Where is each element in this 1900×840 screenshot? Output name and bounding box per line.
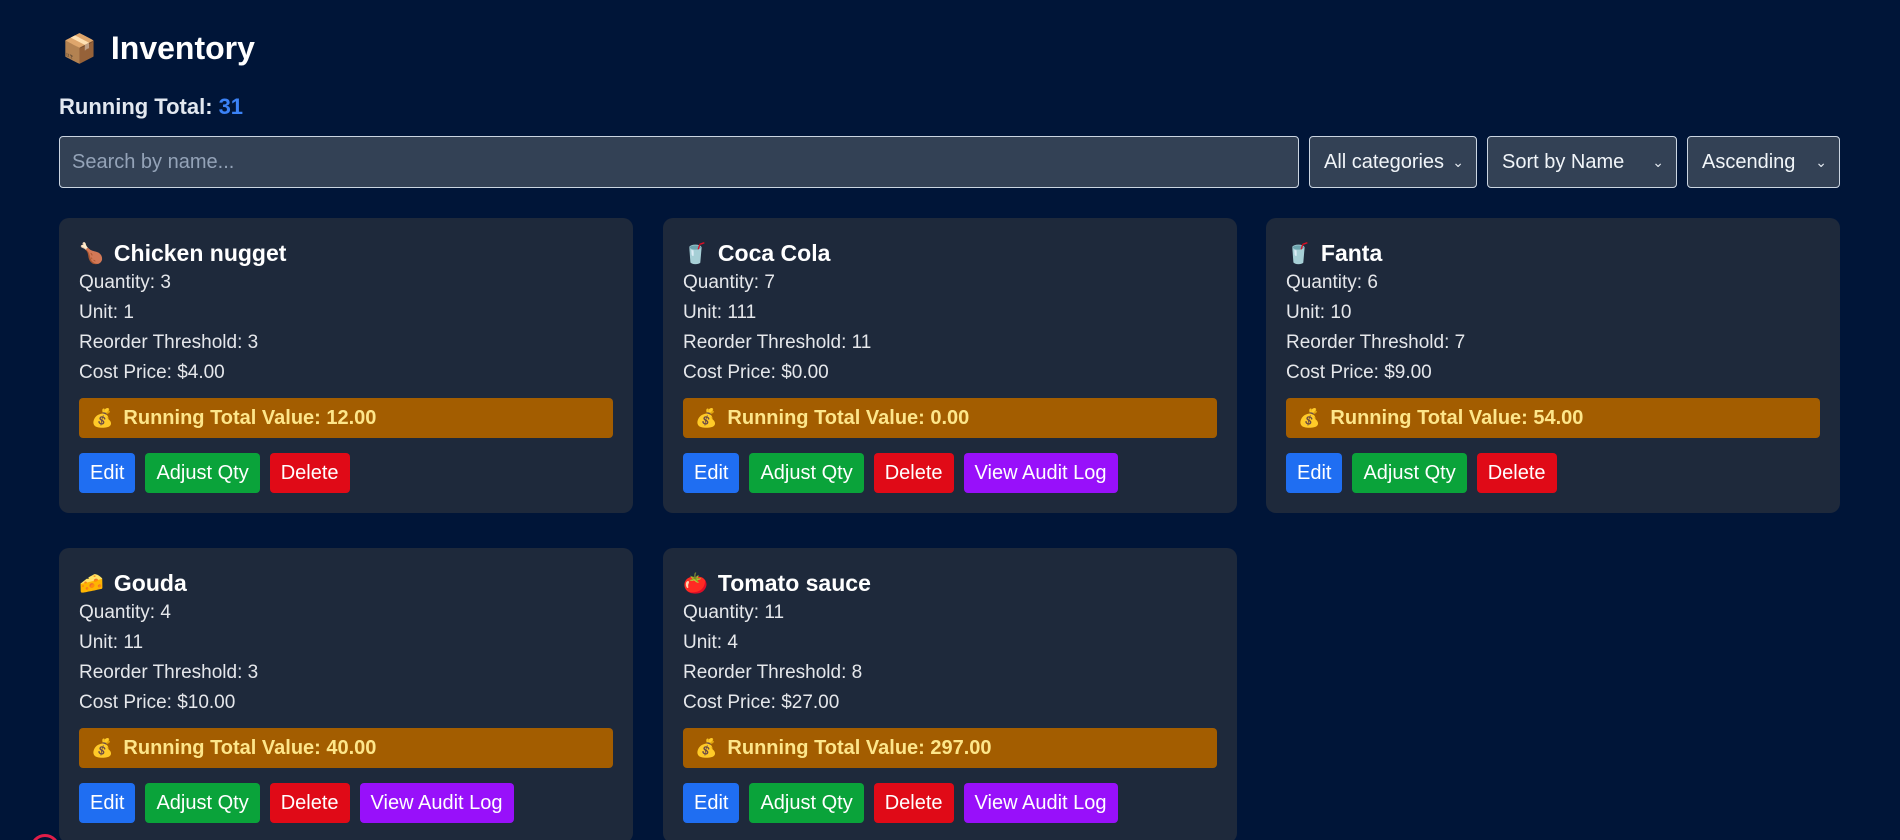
item-unit: Unit: 4 (683, 632, 738, 653)
money-bag-icon: 💰 (695, 407, 718, 428)
item-card: 🥤 Coca Cola Quantity: 7 Unit: 111 Reorde… (663, 218, 1237, 513)
delete-button[interactable]: Delete (1476, 453, 1557, 493)
item-reorder-threshold: Reorder Threshold: 3 (79, 332, 259, 353)
category-select[interactable]: All categories ⌄ (1309, 136, 1477, 188)
edit-button[interactable]: Edit (1286, 453, 1343, 493)
item-reorder-threshold: Reorder Threshold: 8 (683, 662, 863, 683)
running-total-value-text: Running Total Value: 12.00 (123, 406, 377, 429)
item-card: 🍅 Tomato sauce Quantity: 11 Unit: 4 Reor… (663, 548, 1237, 840)
running-total-label: Running Total: (59, 94, 213, 119)
money-bag-icon: 💰 (91, 737, 114, 758)
item-name-text: Coca Cola (717, 239, 831, 266)
item-cost-price: Cost Price: $0.00 (683, 362, 829, 383)
item-unit: Unit: 111 (683, 302, 757, 323)
item-actions: Edit Adjust Qty Delete (79, 453, 613, 513)
running-total-value-text: Running Total Value: 54.00 (1330, 406, 1584, 429)
chevron-down-icon: ⌄ (1815, 153, 1827, 170)
item-card: 🥤 Fanta Quantity: 6 Unit: 10 Reorder Thr… (1266, 218, 1840, 513)
item-card: 🍗 Chicken nugget Quantity: 3 Unit: 1 Reo… (59, 218, 633, 513)
sort-select[interactable]: Sort by Name ⌄ (1487, 136, 1677, 188)
item-cost-price: Cost Price: $4.00 (79, 362, 225, 383)
running-total-value: 31 (218, 94, 244, 119)
item-name-text: Chicken nugget (113, 239, 287, 266)
view-audit-log-button[interactable]: View Audit Log (963, 453, 1118, 493)
order-select[interactable]: Ascending ⌄ (1687, 136, 1840, 188)
item-name: 🍅 Tomato sauce (683, 568, 1217, 598)
filter-bar: All categories ⌄ Sort by Name ⌄ Ascendin… (59, 136, 1840, 188)
item-name-text: Tomato sauce (717, 569, 871, 596)
edit-button[interactable]: Edit (683, 783, 740, 823)
item-unit: Unit: 1 (79, 302, 134, 323)
running-total-value-text: Running Total Value: 297.00 (727, 736, 992, 759)
floating-action-indicator[interactable] (30, 834, 60, 840)
item-actions: Edit Adjust Qty Delete (1286, 453, 1820, 513)
running-total-value-badge: 💰 Running Total Value: 12.00 (79, 398, 613, 438)
money-bag-icon: 💰 (1298, 407, 1321, 428)
running-total-value-badge: 💰 Running Total Value: 54.00 (1286, 398, 1820, 438)
cup-icon: 🥤 (683, 242, 708, 265)
item-name-text: Fanta (1320, 239, 1383, 266)
item-reorder-threshold: Reorder Threshold: 7 (1286, 332, 1466, 353)
running-total-value-badge: 💰 Running Total Value: 40.00 (79, 728, 613, 768)
search-input[interactable] (59, 136, 1299, 188)
chevron-down-icon: ⌄ (1652, 153, 1664, 170)
sort-select-value: Sort by Name (1502, 150, 1625, 173)
adjust-qty-button[interactable]: Adjust Qty (145, 453, 260, 493)
running-total-value-text: Running Total Value: 0.00 (727, 406, 970, 429)
item-name: 🥤 Fanta (1286, 238, 1820, 268)
item-name: 🥤 Coca Cola (683, 238, 1217, 268)
delete-button[interactable]: Delete (873, 783, 954, 823)
item-quantity: Quantity: 3 (79, 272, 171, 293)
item-name: 🧀 Gouda (79, 568, 613, 598)
delete-button[interactable]: Delete (269, 453, 350, 493)
adjust-qty-button[interactable]: Adjust Qty (1352, 453, 1467, 493)
delete-button[interactable]: Delete (269, 783, 350, 823)
page-title-text: Inventory (110, 30, 255, 66)
edit-button[interactable]: Edit (79, 783, 136, 823)
chicken-icon: 🍗 (79, 242, 104, 265)
item-cost-price: Cost Price: $10.00 (79, 692, 236, 713)
item-unit: Unit: 10 (1286, 302, 1352, 323)
order-select-value: Ascending (1702, 150, 1796, 173)
running-total: Running Total: 31 (59, 94, 243, 120)
item-name: 🍗 Chicken nugget (79, 238, 613, 268)
item-quantity: Quantity: 4 (79, 602, 171, 623)
category-select-value: All categories (1324, 150, 1445, 173)
adjust-qty-button[interactable]: Adjust Qty (749, 453, 864, 493)
package-icon: 📦 (62, 32, 97, 64)
item-quantity: Quantity: 11 (683, 602, 785, 623)
delete-button[interactable]: Delete (873, 453, 954, 493)
item-quantity: Quantity: 7 (683, 272, 775, 293)
item-cost-price: Cost Price: $27.00 (683, 692, 840, 713)
cup-icon: 🥤 (1286, 242, 1311, 265)
item-actions: Edit Adjust Qty Delete View Audit Log (683, 453, 1217, 513)
inventory-page: 📦 Inventory Running Total:31 All categor… (0, 0, 1900, 840)
running-total-value-badge: 💰 Running Total Value: 297.00 (683, 728, 1217, 768)
adjust-qty-button[interactable]: Adjust Qty (749, 783, 864, 823)
view-audit-log-button[interactable]: View Audit Log (963, 783, 1118, 823)
edit-button[interactable]: Edit (683, 453, 740, 493)
item-unit: Unit: 11 (79, 632, 144, 653)
item-actions: Edit Adjust Qty Delete View Audit Log (683, 783, 1217, 840)
money-bag-icon: 💰 (695, 737, 718, 758)
item-quantity: Quantity: 6 (1286, 272, 1378, 293)
edit-button[interactable]: Edit (79, 453, 136, 493)
item-reorder-threshold: Reorder Threshold: 11 (683, 332, 872, 353)
tomato-icon: 🍅 (683, 572, 708, 595)
item-cost-price: Cost Price: $9.00 (1286, 362, 1432, 383)
cheese-icon: 🧀 (79, 572, 104, 595)
page-title: 📦 Inventory (62, 30, 255, 67)
item-reorder-threshold: Reorder Threshold: 3 (79, 662, 259, 683)
item-card: 🧀 Gouda Quantity: 4 Unit: 11 Reorder Thr… (59, 548, 633, 840)
chevron-down-icon: ⌄ (1452, 153, 1464, 170)
running-total-value-badge: 💰 Running Total Value: 0.00 (683, 398, 1217, 438)
item-name-text: Gouda (113, 569, 187, 596)
item-actions: Edit Adjust Qty Delete View Audit Log (79, 783, 613, 840)
adjust-qty-button[interactable]: Adjust Qty (145, 783, 260, 823)
money-bag-icon: 💰 (91, 407, 114, 428)
running-total-value-text: Running Total Value: 40.00 (123, 736, 377, 759)
view-audit-log-button[interactable]: View Audit Log (359, 783, 514, 823)
